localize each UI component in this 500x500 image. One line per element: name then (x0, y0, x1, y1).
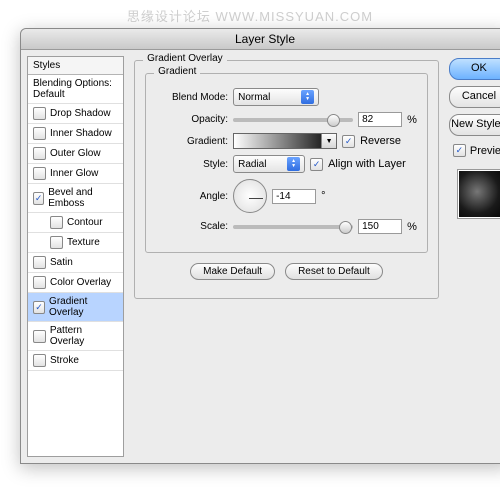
sidebar-item-color-overlay[interactable]: Color Overlay (28, 273, 123, 293)
window-title: Layer Style (21, 29, 500, 50)
checkbox[interactable] (33, 301, 45, 314)
sidebar-item-label: Color Overlay (50, 277, 111, 288)
checkbox[interactable] (33, 127, 46, 140)
scale-slider[interactable] (233, 225, 353, 229)
opacity-unit: % (407, 114, 417, 126)
preview-row: Preview (449, 144, 500, 157)
gradient-row: Gradient: ▼ Reverse (156, 133, 417, 149)
checkbox[interactable] (50, 236, 63, 249)
cancel-button[interactable]: Cancel (449, 86, 500, 108)
blending-options-row[interactable]: Blending Options: Default (28, 75, 123, 104)
sidebar-item-label: Contour (67, 217, 103, 228)
reset-default-button[interactable]: Reset to Default (285, 263, 383, 280)
preview-label: Preview (470, 145, 500, 157)
sidebar-item-stroke[interactable]: Stroke (28, 351, 123, 371)
angle-dial[interactable] (233, 179, 267, 213)
subgroup-legend: Gradient (154, 66, 200, 77)
scale-label: Scale: (156, 221, 228, 232)
opacity-label: Opacity: (156, 114, 228, 125)
dialog-body: Styles Blending Options: Default Drop Sh… (21, 50, 500, 463)
reverse-label: Reverse (360, 135, 401, 147)
angle-input[interactable]: -14 (272, 189, 316, 204)
chevron-updown-icon: ▲▼ (301, 90, 314, 104)
checkbox[interactable] (33, 167, 46, 180)
sidebar-item-texture[interactable]: Texture (28, 233, 123, 253)
sidebar-item-label: Outer Glow (50, 148, 101, 159)
sidebar-item-gradient-overlay[interactable]: Gradient Overlay (28, 293, 123, 322)
style-row: Style: Radial▲▼ Align with Layer (156, 155, 417, 173)
checkbox[interactable] (33, 276, 46, 289)
gradient-subgroup: Gradient Blend Mode: Normal▲▼ Opacity: 8… (145, 73, 428, 253)
sidebar-item-outer-glow[interactable]: Outer Glow (28, 144, 123, 164)
make-default-button[interactable]: Make Default (190, 263, 275, 280)
checkbox[interactable] (33, 107, 46, 120)
checkbox[interactable] (50, 216, 63, 229)
sidebar-item-drop-shadow[interactable]: Drop Shadow (28, 104, 123, 124)
align-checkbox[interactable] (310, 158, 323, 171)
sidebar-item-label: Pattern Overlay (50, 325, 118, 347)
gradient-label: Gradient: (156, 136, 228, 147)
sidebar-item-inner-glow[interactable]: Inner Glow (28, 164, 123, 184)
gradient-overlay-group: Gradient Overlay Gradient Blend Mode: No… (134, 60, 439, 299)
sidebar-item-label: Drop Shadow (50, 108, 111, 119)
checkbox[interactable] (33, 330, 46, 343)
new-style-button[interactable]: New Style.. (449, 114, 500, 136)
checkbox[interactable] (33, 256, 46, 269)
sidebar-item-label: Gradient Overlay (49, 296, 118, 318)
chevron-updown-icon: ▲▼ (287, 157, 300, 171)
right-buttons: OK Cancel New Style.. Preview (443, 50, 500, 463)
sidebar-item-label: Texture (67, 237, 100, 248)
sidebar-item-contour[interactable]: Contour (28, 213, 123, 233)
sidebar-item-pattern-overlay[interactable]: Pattern Overlay (28, 322, 123, 351)
checkbox[interactable] (33, 354, 46, 367)
sidebar-item-satin[interactable]: Satin (28, 253, 123, 273)
styles-sidebar: Styles Blending Options: Default Drop Sh… (27, 56, 124, 457)
checkbox[interactable] (33, 192, 44, 205)
settings-panel: Gradient Overlay Gradient Blend Mode: No… (124, 50, 443, 463)
blend-mode-label: Blend Mode: (156, 92, 228, 103)
blend-mode-row: Blend Mode: Normal▲▼ (156, 88, 417, 106)
chevron-down-icon[interactable]: ▼ (321, 134, 336, 148)
opacity-row: Opacity: 82 % (156, 112, 417, 127)
preview-checkbox[interactable] (453, 144, 466, 157)
angle-row: Angle: -14 ° (156, 179, 417, 213)
reverse-checkbox[interactable] (342, 135, 355, 148)
checkbox[interactable] (33, 147, 46, 160)
preview-swatch (457, 169, 500, 219)
gradient-picker[interactable]: ▼ (233, 133, 337, 149)
sidebar-item-label: Satin (50, 257, 73, 268)
ok-button[interactable]: OK (449, 58, 500, 80)
sidebar-item-label: Inner Glow (50, 168, 98, 179)
scale-unit: % (407, 221, 417, 233)
angle-unit: ° (321, 190, 325, 202)
opacity-slider[interactable] (233, 118, 353, 122)
group-legend: Gradient Overlay (143, 53, 227, 64)
sidebar-item-label: Inner Shadow (50, 128, 112, 139)
sidebar-item-label: Stroke (50, 355, 79, 366)
opacity-input[interactable]: 82 (358, 112, 402, 127)
style-label: Style: (156, 159, 228, 170)
scale-row: Scale: 150 % (156, 219, 417, 234)
sidebar-item-bevel-and-emboss[interactable]: Bevel and Emboss (28, 184, 123, 213)
sidebar-item-label: Bevel and Emboss (48, 187, 118, 209)
scale-input[interactable]: 150 (358, 219, 402, 234)
angle-label: Angle: (156, 191, 228, 202)
blend-mode-select[interactable]: Normal▲▼ (233, 88, 319, 106)
style-select[interactable]: Radial▲▼ (233, 155, 305, 173)
watermark-text: 思缘设计论坛 WWW.MISSYUAN.COM (0, 6, 500, 25)
align-label: Align with Layer (328, 158, 406, 170)
layer-style-dialog: Layer Style Styles Blending Options: Def… (20, 28, 500, 464)
sidebar-header[interactable]: Styles (28, 57, 123, 75)
default-buttons-row: Make Default Reset to Default (145, 263, 428, 280)
sidebar-item-inner-shadow[interactable]: Inner Shadow (28, 124, 123, 144)
